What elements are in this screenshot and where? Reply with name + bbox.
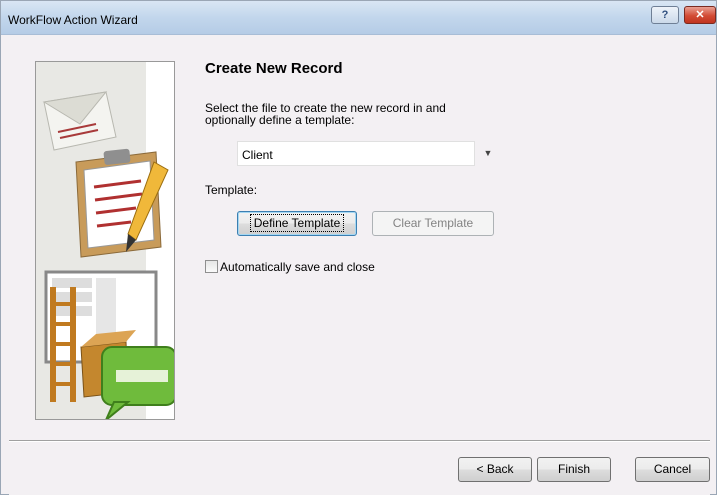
page-title: Create New Record [205, 60, 343, 77]
help-button[interactable]: ? [651, 6, 679, 24]
wizard-window: WorkFlow Action Wizard ? ✕ Create New Re… [0, 0, 717, 495]
file-combo-value: Client [242, 148, 273, 162]
ladder-icon [50, 287, 76, 402]
cancel-button[interactable]: Cancel [635, 457, 710, 482]
chevron-down-icon[interactable]: ▼ [480, 141, 496, 166]
close-button[interactable]: ✕ [684, 6, 716, 24]
window-title: WorkFlow Action Wizard [8, 13, 138, 27]
template-label: Template: [205, 183, 258, 197]
define-template-button[interactable]: Define Template [237, 211, 357, 236]
clear-template-button[interactable]: Clear Template [372, 211, 494, 236]
auto-save-checkbox[interactable] [205, 260, 218, 273]
finish-button[interactable]: Finish [537, 457, 611, 482]
wizard-body: Create New Record Select the file to cre… [9, 35, 710, 495]
back-button[interactable]: < Back [458, 457, 532, 482]
auto-save-label[interactable]: Automatically save and close [220, 260, 375, 274]
instruction-text: Select the file to create the new record… [205, 102, 505, 126]
illustration-graphic [36, 62, 174, 419]
instruction-line-2: optionally define a template: [205, 113, 355, 127]
define-template-label: Define Template [249, 214, 345, 232]
footer-divider [9, 440, 710, 442]
file-combo-box[interactable]: Client [237, 141, 475, 166]
title-bar[interactable]: WorkFlow Action Wizard ? ✕ [1, 1, 716, 35]
wizard-illustration [35, 61, 175, 420]
